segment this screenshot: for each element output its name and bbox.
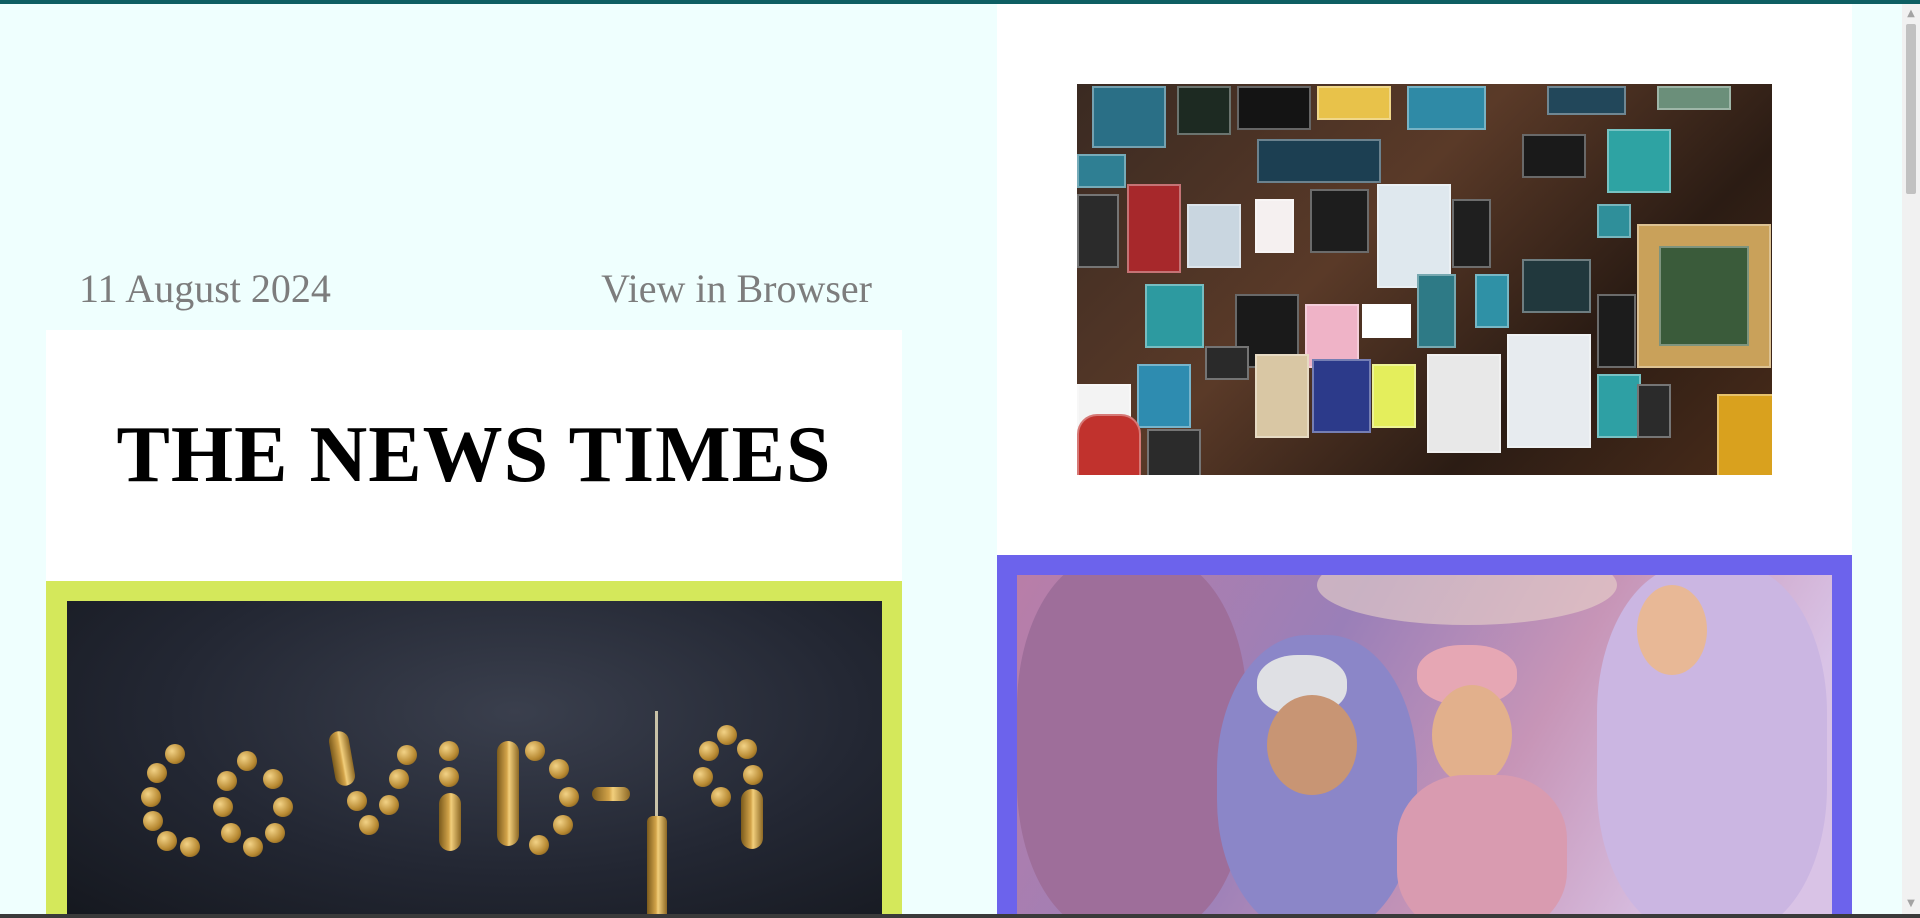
triangle-down-icon[interactable]: ▼: [1902, 896, 1920, 912]
right-column: [997, 4, 1852, 915]
issue-date: 11 August 2024: [79, 265, 331, 311]
covid-image[interactable]: [67, 601, 882, 918]
covid-article-card[interactable]: [46, 581, 902, 918]
wall-of-signs-image[interactable]: [1077, 84, 1772, 475]
view-in-browser-link[interactable]: View in Browser: [601, 265, 872, 312]
bottom-edge: [0, 914, 1920, 918]
header-bar: 11 August 2024 View in Browser: [79, 262, 872, 314]
wedding-article-card[interactable]: [997, 555, 1852, 915]
vertical-scrollbar[interactable]: ▲ ▼: [1902, 4, 1920, 914]
scrollbar-thumb[interactable]: [1906, 24, 1916, 194]
triangle-up-icon[interactable]: ▲: [1902, 6, 1920, 22]
newspaper-title: THE NEWS TIMES: [116, 411, 832, 499]
wedding-image[interactable]: [1017, 575, 1832, 915]
masthead: THE NEWS TIMES: [46, 330, 902, 581]
